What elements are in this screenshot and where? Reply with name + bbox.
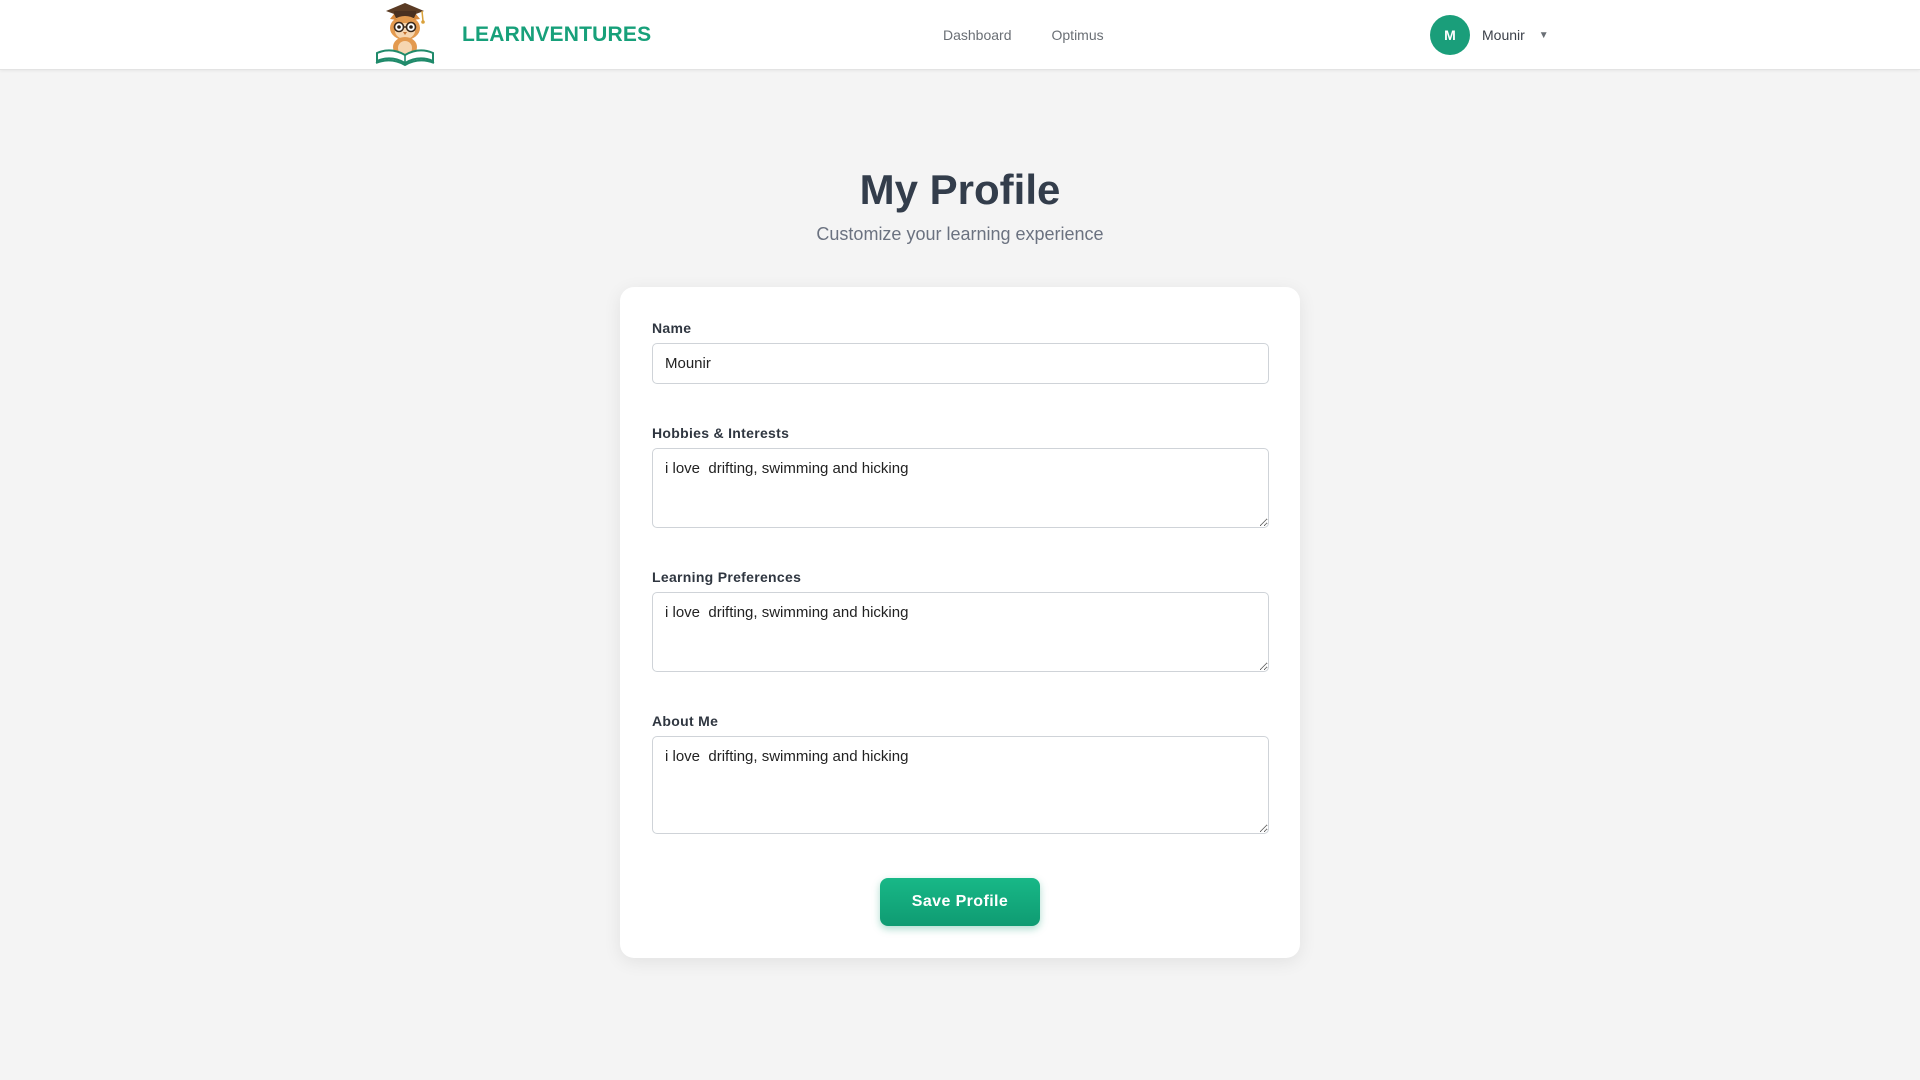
user-name: Mounir [1482, 27, 1525, 43]
top-navbar: LEARNVENTURES Dashboard Optimus M Mounir… [0, 0, 1920, 70]
nav-link-optimus[interactable]: Optimus [1052, 27, 1104, 43]
name-label: Name [652, 320, 692, 336]
profile-form-card: Name Hobbies & Interests i love drifting… [620, 287, 1300, 958]
chevron-down-icon: ▼ [1538, 29, 1549, 41]
nav-link-dashboard[interactable]: Dashboard [943, 27, 1012, 43]
owl-graduate-logo-icon [375, 3, 435, 67]
hobbies-textarea[interactable]: i love drifting, swimming and hicking [652, 448, 1269, 528]
brand[interactable]: LEARNVENTURES [372, 0, 651, 70]
page-title: My Profile [859, 166, 1061, 213]
about-me-label: About Me [652, 713, 719, 729]
learning-preferences-label: Learning Preferences [652, 569, 802, 585]
save-profile-button[interactable]: Save Profile [880, 878, 1040, 926]
learning-preferences-textarea[interactable]: i love drifting, swimming and hicking [652, 592, 1269, 672]
hobbies-label: Hobbies & Interests [652, 425, 790, 441]
about-me-textarea[interactable]: i love drifting, swimming and hicking [652, 736, 1269, 834]
name-input[interactable] [652, 343, 1269, 384]
avatar: M [1430, 15, 1470, 55]
brand-name: LEARNVENTURES [462, 23, 652, 46]
main-nav: Dashboard Optimus [943, 0, 1104, 70]
user-menu[interactable]: M Mounir ▼ [1430, 0, 1549, 70]
page-subtitle: Customize your learning experience [816, 224, 1104, 244]
